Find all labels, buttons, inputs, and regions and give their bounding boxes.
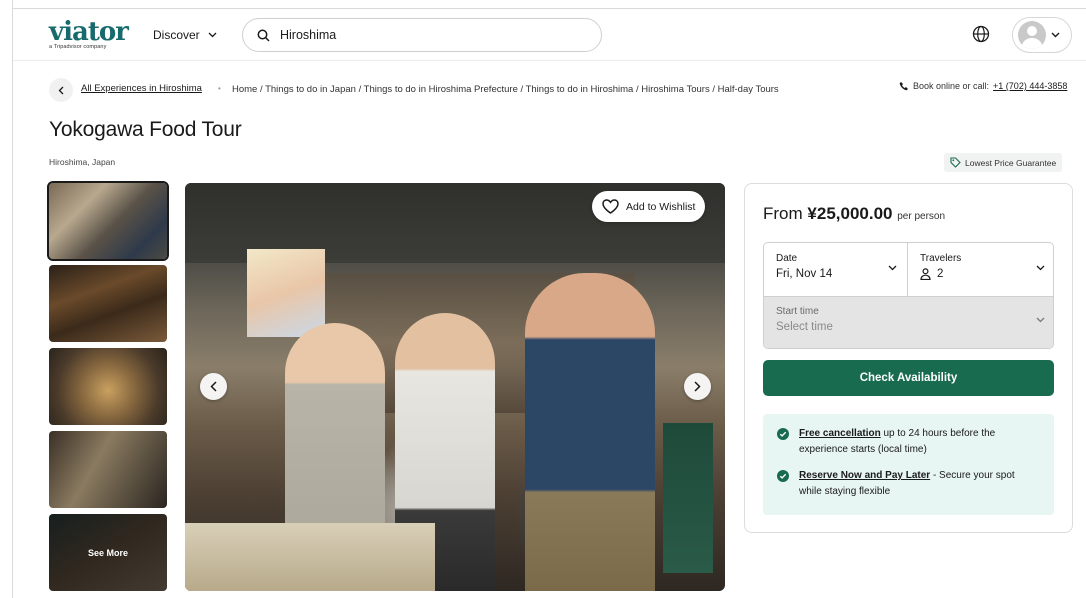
all-experiences-link[interactable]: All Experiences in Hiroshima xyxy=(81,83,202,94)
wishlist-label: Add to Wishlist xyxy=(626,200,696,213)
account-menu[interactable] xyxy=(1012,17,1072,53)
viator-logo[interactable]: viator a Tripadvisor company xyxy=(49,17,129,50)
add-to-wishlist-button[interactable]: Add to Wishlist xyxy=(592,191,706,222)
benefit-text: Free cancellation up to 24 hours before … xyxy=(799,426,1040,458)
price-value: ¥25,000.00 xyxy=(807,204,893,223)
avatar xyxy=(1018,21,1046,49)
search-bar[interactable] xyxy=(242,18,602,52)
window-frame-left xyxy=(12,0,13,598)
chevron-down-icon xyxy=(888,265,897,271)
travelers-value: 2 xyxy=(937,268,944,280)
check-circle-icon xyxy=(777,428,789,440)
price-display: From ¥25,000.00 per person xyxy=(763,204,945,224)
price-suffix: per person xyxy=(897,211,946,222)
chevron-down-icon xyxy=(1036,265,1045,271)
gallery-thumbnail[interactable] xyxy=(47,181,169,261)
travelers-value-row: 2 xyxy=(920,268,1043,280)
product-location: Hiroshima, Japan xyxy=(49,157,116,167)
previous-photo-button[interactable] xyxy=(200,373,227,400)
date-value: Fri, Nov 14 xyxy=(776,268,833,280)
discover-menu[interactable]: Discover xyxy=(153,28,217,42)
booking-card: From ¥25,000.00 per person Date Fri, Nov… xyxy=(744,183,1073,533)
start-time-placeholder: Select time xyxy=(776,321,833,333)
discover-label: Discover xyxy=(153,28,200,42)
gallery-thumbnail[interactable] xyxy=(49,348,167,425)
date-picker[interactable]: Date Fri, Nov 14 xyxy=(764,243,908,297)
next-photo-button[interactable] xyxy=(684,373,711,400)
gallery-thumbnail-see-more[interactable]: See More xyxy=(49,514,167,591)
date-label: Date xyxy=(776,253,798,264)
breadcrumb[interactable]: Home / Things to do in Japan / Things to… xyxy=(232,84,779,95)
benefit-text: Reserve Now and Pay Later - Secure your … xyxy=(799,468,1040,500)
chevron-left-icon xyxy=(210,381,217,392)
gallery-thumbnail[interactable] xyxy=(49,431,167,508)
phone-link[interactable]: +1 (702) 444-3858 xyxy=(993,81,1067,91)
travelers-picker[interactable]: Travelers 2 xyxy=(908,243,1053,297)
breadcrumb-separator: • xyxy=(218,84,221,93)
lowest-price-label: Lowest Price Guarantee xyxy=(965,157,1057,168)
main-photo[interactable] xyxy=(185,183,725,591)
site-header: viator a Tripadvisor company Discover xyxy=(13,9,1086,61)
page-title: Yokogawa Food Tour xyxy=(49,118,242,141)
chevron-down-icon xyxy=(1051,32,1060,38)
search-icon xyxy=(257,29,270,42)
back-button[interactable] xyxy=(49,78,73,102)
gallery-thumbnail[interactable] xyxy=(49,265,167,342)
price-prefix: From xyxy=(763,204,803,223)
free-cancellation-link[interactable]: Free cancellation xyxy=(799,428,881,439)
reserve-now-link[interactable]: Reserve Now and Pay Later xyxy=(799,470,930,481)
heart-icon xyxy=(602,199,619,214)
chevron-down-icon xyxy=(1036,317,1045,323)
book-online-contact: Book online or call: +1 (702) 444-3858 xyxy=(899,81,1067,91)
booking-selector: Date Fri, Nov 14 Travelers 2 Start time … xyxy=(763,242,1054,349)
start-time-picker[interactable]: Start time Select time xyxy=(764,297,1053,348)
check-availability-button[interactable]: Check Availability xyxy=(763,360,1054,396)
travelers-label: Travelers xyxy=(920,253,962,264)
benefits-box: Free cancellation up to 24 hours before … xyxy=(763,414,1054,515)
person-icon xyxy=(920,268,931,280)
tag-icon xyxy=(950,157,961,168)
lowest-price-badge[interactable]: Lowest Price Guarantee xyxy=(944,153,1063,172)
globe-icon[interactable] xyxy=(972,25,990,48)
benefit-item: Reserve Now and Pay Later - Secure your … xyxy=(777,468,1040,500)
phone-icon xyxy=(899,82,908,91)
check-circle-icon xyxy=(777,470,789,482)
see-more-label: See More xyxy=(49,514,167,591)
chevron-left-icon xyxy=(58,86,64,94)
chevron-right-icon xyxy=(694,381,701,392)
chevron-down-icon xyxy=(208,32,217,38)
book-online-label: Book online or call: xyxy=(913,81,990,91)
benefit-item: Free cancellation up to 24 hours before … xyxy=(777,426,1040,458)
logo-text: viator xyxy=(49,17,129,47)
search-input[interactable] xyxy=(280,28,580,42)
start-time-label: Start time xyxy=(776,306,819,317)
